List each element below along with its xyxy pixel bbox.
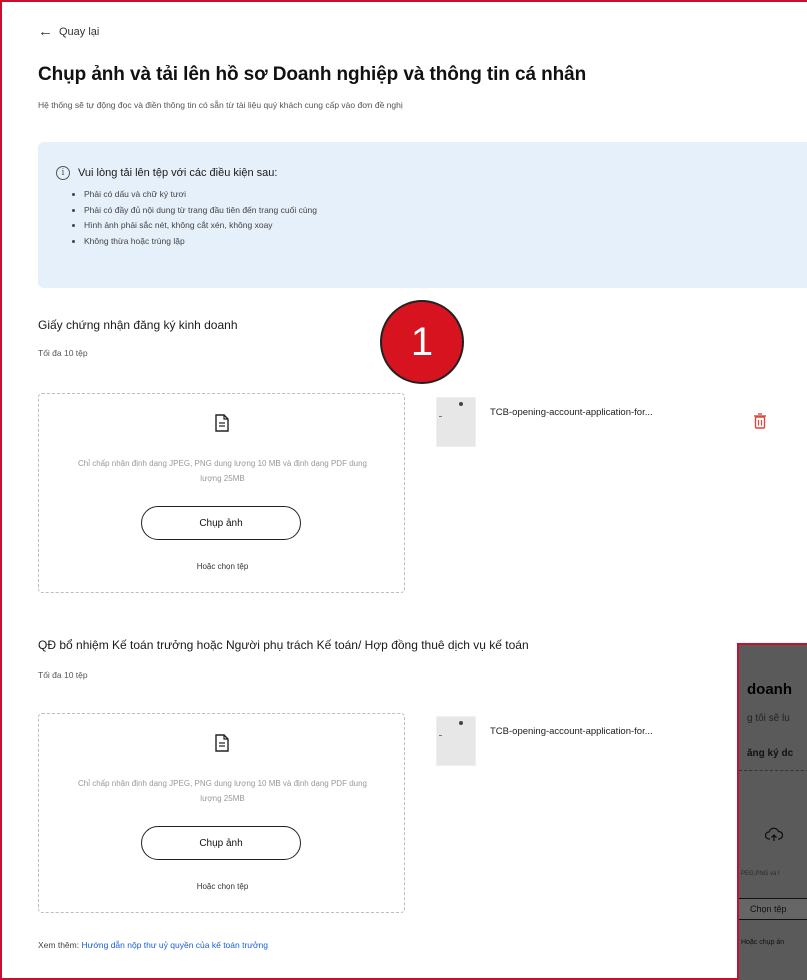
overlay-title: doanh bbox=[747, 681, 792, 698]
overlay-card: doanh g tôi sẽ lu ăng ký dc PEG,PNG và I… bbox=[739, 645, 807, 980]
dropzone-hint: Chỉ chấp nhận định dạng JPEG, PNG dung l… bbox=[77, 779, 367, 803]
more-prefix: Xem thêm: bbox=[38, 940, 80, 950]
step-badge: 1 bbox=[380, 300, 464, 384]
notice-heading: Vui lòng tải lên tệp với các điều kiện s… bbox=[78, 167, 278, 179]
section-title-business-registration: Giấy chứng nhận đăng ký kinh doanh bbox=[38, 318, 238, 332]
file-name: TCB-opening-account-application-for... bbox=[490, 726, 653, 737]
upload-dropzone[interactable]: Chỉ chấp nhận định dạng JPEG, PNG dung l… bbox=[38, 393, 405, 593]
more-info: Xem thêm: Hướng dẫn nộp thư uỷ quyền của… bbox=[38, 940, 268, 950]
notice-item: Không thừa hoặc trùng lặp bbox=[84, 234, 317, 250]
overlay-preview-panel: doanh g tôi sẽ lu ăng ký dc PEG,PNG và I… bbox=[737, 643, 807, 980]
notice-box: i Vui lòng tải lên tệp với các điều kiện… bbox=[38, 142, 807, 288]
dropzone-hint: Chỉ chấp nhận định dạng JPEG, PNG dung l… bbox=[77, 459, 367, 483]
choose-file-link[interactable]: Hoặc chọn tệp bbox=[39, 882, 406, 891]
section-limit: Tối đa 10 tệp bbox=[38, 670, 88, 680]
overlay-subtitle: g tôi sẽ lu bbox=[747, 713, 790, 724]
notice-item: Phải có đầy đủ nội dung từ trang đầu tiê… bbox=[84, 203, 317, 219]
cloud-upload-icon bbox=[764, 827, 784, 848]
section-title-chief-accountant: QĐ bổ nhiệm Kế toán trưởng hoặc Người ph… bbox=[38, 638, 529, 652]
page-title: Chụp ảnh và tải lên hồ sơ Doanh nghiệp v… bbox=[38, 64, 587, 85]
page-subtitle: Hệ thống sẽ tự động đọc và điền thông ti… bbox=[38, 100, 403, 110]
upload-dropzone[interactable]: Chỉ chấp nhận định dạng JPEG, PNG dung l… bbox=[38, 713, 405, 913]
back-label: Quay lại bbox=[59, 25, 100, 38]
back-link[interactable]: ← Quay lại bbox=[38, 24, 99, 39]
document-icon bbox=[215, 414, 229, 432]
arrow-left-icon: ← bbox=[38, 23, 53, 40]
take-photo-button[interactable]: Chụp ảnh bbox=[141, 506, 301, 540]
uploaded-file[interactable]: TCB-opening-account-application-for... bbox=[436, 716, 653, 766]
document-icon bbox=[215, 734, 229, 752]
notice-list: Phải có dấu và chữ ký tươi Phải có đầy đ… bbox=[84, 187, 317, 249]
file-name: TCB-opening-account-application-for... bbox=[490, 407, 653, 418]
chief-accountant-guide-link[interactable]: Hướng dẫn nộp thư uỷ quyền của kế toán t… bbox=[81, 940, 268, 950]
file-thumbnail bbox=[436, 397, 476, 447]
notice-item: Hình ảnh phải sắc nét, không cắt xén, kh… bbox=[84, 218, 317, 234]
info-icon: i bbox=[56, 166, 70, 180]
section-limit: Tối đa 10 tệp bbox=[38, 348, 88, 358]
uploaded-file[interactable]: TCB-opening-account-application-for... bbox=[436, 397, 653, 447]
notice-heading-row: i Vui lòng tải lên tệp với các điều kiện… bbox=[56, 166, 277, 180]
choose-file-link[interactable]: Hoặc chọn tệp bbox=[39, 562, 406, 571]
trash-icon[interactable] bbox=[753, 413, 767, 429]
overlay-dropzone: PEG,PNG và I Chọn tệp Hoặc chụp ản bbox=[739, 770, 807, 970]
overlay-alt-link: Hoặc chụp ản bbox=[741, 939, 785, 946]
overlay-section-label: ăng ký dc bbox=[747, 748, 794, 759]
overlay-choose-file-button: Chọn tệp bbox=[739, 898, 807, 920]
notice-item: Phải có dấu và chữ ký tươi bbox=[84, 187, 317, 203]
file-thumbnail bbox=[436, 716, 476, 766]
take-photo-button[interactable]: Chụp ảnh bbox=[141, 826, 301, 860]
overlay-hint: PEG,PNG và I bbox=[741, 871, 780, 877]
